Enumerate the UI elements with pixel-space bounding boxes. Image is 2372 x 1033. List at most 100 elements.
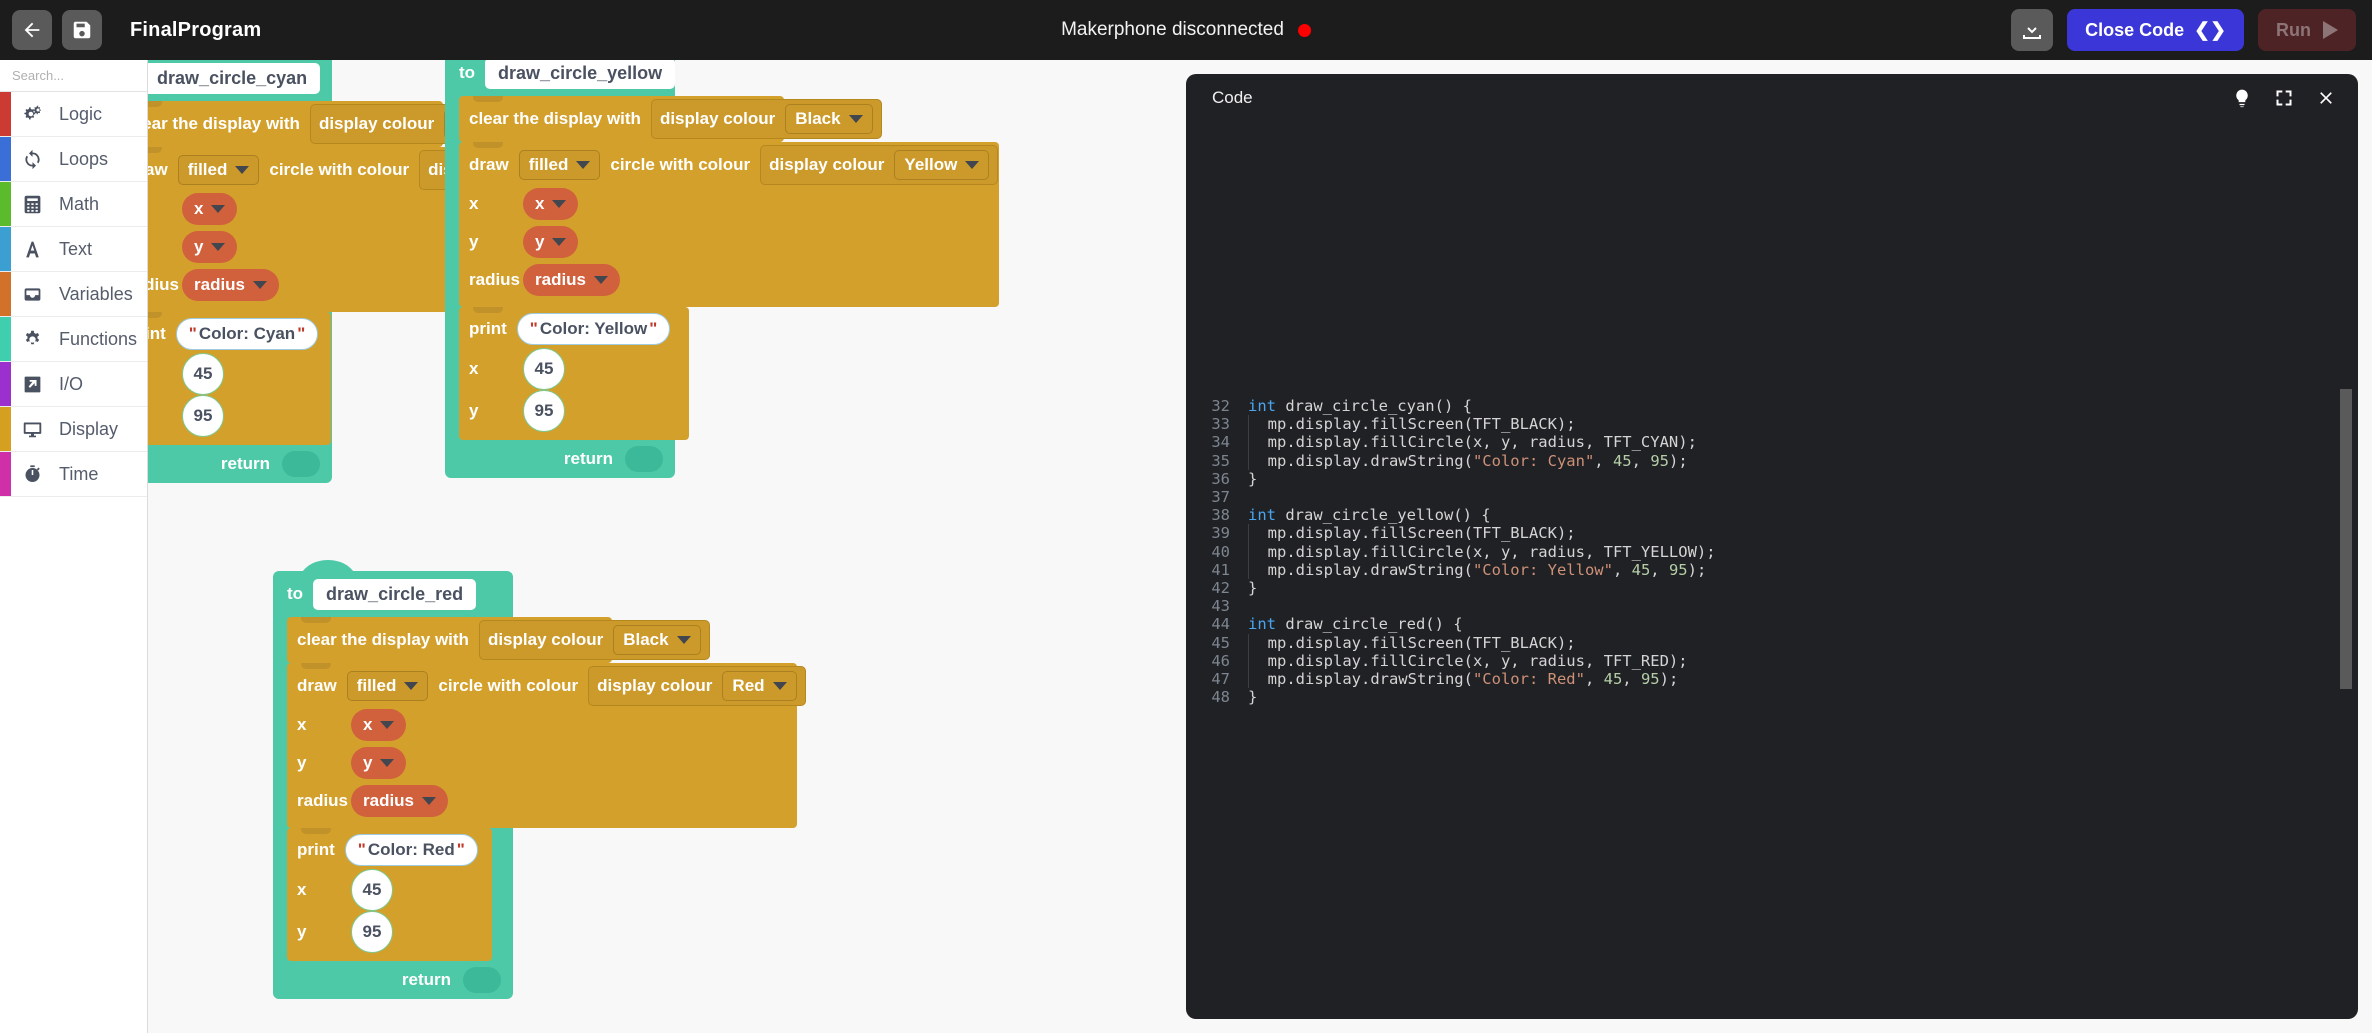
sidebar-item-functions[interactable]: Functions bbox=[0, 317, 147, 362]
code-token: 95 bbox=[1650, 451, 1669, 470]
function-return-row[interactable]: return bbox=[445, 440, 675, 478]
code-vertical-scrollbar[interactable] bbox=[2340, 389, 2352, 689]
print-x-value[interactable]: 45 bbox=[182, 353, 224, 395]
fill-mode-dropdown[interactable]: filled bbox=[177, 155, 260, 185]
code-line: 46 mp.display.fillCircle(x, y, radius, T… bbox=[1186, 651, 2358, 671]
print-x-label: x bbox=[469, 359, 479, 378]
draw-circle-block[interactable]: draw filled circle with colour display c… bbox=[459, 142, 999, 307]
circle-radius-variable[interactable]: radius bbox=[523, 264, 621, 296]
function-block-draw-circle-cyan[interactable]: to draw_circle_cyan clear the display wi… bbox=[148, 60, 646, 483]
close-code-button[interactable]: Close Code ❮❯ bbox=[2067, 9, 2244, 51]
back-button[interactable] bbox=[12, 10, 52, 50]
sidebar-item-logic[interactable]: Logic bbox=[0, 92, 147, 137]
circle-y-variable[interactable]: y bbox=[351, 747, 407, 779]
search-input[interactable] bbox=[12, 68, 147, 83]
print-block[interactable]: print " Color: Cyan " x 45 y 95 bbox=[148, 312, 331, 445]
print-y-value[interactable]: 95 bbox=[523, 390, 565, 432]
sidebar-item-i-o[interactable]: I/O bbox=[0, 362, 147, 407]
chevron-down-icon bbox=[380, 721, 395, 729]
print-x-value[interactable]: 45 bbox=[523, 348, 565, 390]
clear-display-block[interactable]: clear the display with display colour Bl… bbox=[148, 101, 541, 147]
code-line: 33 mp.display.fillScreen(TFT_BLACK); bbox=[1186, 415, 2358, 434]
circle-colour-block[interactable]: display colour Red bbox=[588, 666, 806, 706]
circle-y-variable[interactable]: y bbox=[523, 226, 579, 258]
code-editor[interactable]: 32 int draw_circle_cyan() {33 mp.display.… bbox=[1186, 122, 2358, 1019]
download-button[interactable] bbox=[2011, 9, 2054, 51]
fill-mode-dropdown[interactable]: filled bbox=[346, 671, 429, 701]
sidebar-item-text[interactable]: Text bbox=[0, 227, 147, 272]
function-return-row[interactable]: return bbox=[148, 445, 332, 483]
run-button[interactable]: Run bbox=[2258, 9, 2356, 51]
circle-colour-block[interactable]: display colour Yellow bbox=[760, 145, 999, 185]
sidebar-item-label: Text bbox=[59, 238, 93, 259]
search-row bbox=[0, 60, 147, 92]
circle-y-variable[interactable]: y bbox=[182, 231, 238, 263]
code-line-number: 45 bbox=[1211, 633, 1230, 652]
close-icon[interactable] bbox=[2316, 88, 2336, 108]
clear-colour-dropdown[interactable]: Black bbox=[613, 625, 701, 655]
function-hat: to draw_circle_yellow bbox=[445, 60, 676, 96]
return-value-socket[interactable] bbox=[282, 451, 320, 477]
code-line-number: 40 bbox=[1211, 542, 1230, 561]
function-to-label: to bbox=[287, 584, 304, 603]
return-value-socket[interactable] bbox=[463, 967, 501, 993]
return-value-socket[interactable] bbox=[625, 446, 663, 472]
sidebar-item-loops[interactable]: Loops bbox=[0, 137, 147, 182]
function-block-draw-circle-red[interactable]: to draw_circle_red clear the display wit… bbox=[273, 560, 806, 999]
code-panel-header: Code bbox=[1186, 74, 2358, 122]
fullscreen-icon[interactable] bbox=[2274, 88, 2294, 108]
sidebar-item-display[interactable]: Display bbox=[0, 407, 147, 452]
clear-display-colour-block[interactable]: display colour Black bbox=[478, 620, 710, 660]
circle-x-variable[interactable]: x bbox=[351, 709, 407, 741]
code-line-text: mp.display.fillCircle(x, y, radius, TFT_… bbox=[1248, 651, 2358, 671]
chevron-down-icon bbox=[235, 166, 250, 174]
print-text-field[interactable]: " Color: Red " bbox=[344, 834, 478, 866]
function-return-row[interactable]: return bbox=[273, 961, 513, 999]
fill-mode-dropdown[interactable]: filled bbox=[518, 150, 601, 180]
monitor-icon bbox=[19, 419, 45, 440]
sidebar-item-time[interactable]: Time bbox=[0, 452, 147, 497]
clear-display-colour-block[interactable]: display colour Black bbox=[650, 99, 882, 139]
print-block[interactable]: print " Color: Red " x 45 y 95 bbox=[287, 828, 492, 961]
circle-x-variable[interactable]: x bbox=[523, 188, 579, 220]
draw-circle-row: draw filled circle with colour display c… bbox=[287, 666, 806, 706]
return-label: return bbox=[401, 970, 451, 989]
circle-colour-dropdown[interactable]: Yellow bbox=[894, 150, 990, 180]
clear-colour-dropdown[interactable]: Black bbox=[785, 104, 873, 134]
lightbulb-icon[interactable] bbox=[2232, 88, 2252, 108]
sidebar-item-label: Loops bbox=[59, 148, 109, 169]
display-colour-label: display colour bbox=[769, 155, 885, 174]
circle-radius-label: radius bbox=[469, 270, 521, 289]
save-button[interactable] bbox=[62, 10, 102, 50]
code-line: 42} bbox=[1186, 579, 2358, 597]
function-name-field[interactable]: draw_circle_cyan bbox=[148, 62, 321, 94]
circle-radius-variable[interactable]: radius bbox=[351, 785, 449, 817]
print-y-value[interactable]: 95 bbox=[182, 395, 224, 437]
function-name-field[interactable]: draw_circle_yellow bbox=[485, 60, 676, 89]
clear-display-block[interactable]: clear the display with display colour Bl… bbox=[459, 96, 882, 142]
print-x-label: x bbox=[297, 880, 307, 899]
circle-radius-variable[interactable]: radius bbox=[182, 269, 280, 301]
print-text-field[interactable]: " Color: Yellow " bbox=[516, 313, 671, 345]
code-brackets-icon: ❮❯ bbox=[2194, 19, 2226, 41]
code-token: mp.display.fillScreen(TFT_BLACK); bbox=[1249, 633, 1576, 652]
sidebar-item-variables[interactable]: Variables bbox=[0, 272, 147, 317]
print-x-value[interactable]: 45 bbox=[351, 869, 393, 911]
function-block-draw-circle-yellow[interactable]: to draw_circle_yellow clear the display … bbox=[445, 60, 999, 478]
code-line: 43 bbox=[1186, 597, 2358, 615]
print-block[interactable]: print " Color: Yellow " x 45 y 95 bbox=[459, 307, 689, 440]
code-panel: Code 32 int draw_circle_cyan() {33 mp.dis… bbox=[1186, 74, 2358, 1019]
circle-colour-dropdown[interactable]: Red bbox=[722, 671, 797, 701]
sidebar-item-colorbar bbox=[0, 137, 11, 181]
print-label: print bbox=[297, 840, 335, 859]
print-text-field[interactable]: " Color: Cyan " bbox=[175, 318, 319, 350]
clear-display-block[interactable]: clear the display with display colour Bl… bbox=[287, 617, 710, 663]
code-line-number: 47 bbox=[1211, 670, 1230, 689]
sidebar-item-colorbar bbox=[0, 182, 11, 226]
blocks-workspace[interactable]: to draw_circle_cyan clear the display wi… bbox=[148, 60, 1184, 1033]
circle-x-variable[interactable]: x bbox=[182, 193, 238, 225]
print-y-value[interactable]: 95 bbox=[351, 911, 393, 953]
draw-circle-block[interactable]: draw filled circle with colour display c… bbox=[287, 663, 806, 828]
function-name-field[interactable]: draw_circle_red bbox=[313, 578, 477, 610]
sidebar-item-math[interactable]: Math bbox=[0, 182, 147, 227]
